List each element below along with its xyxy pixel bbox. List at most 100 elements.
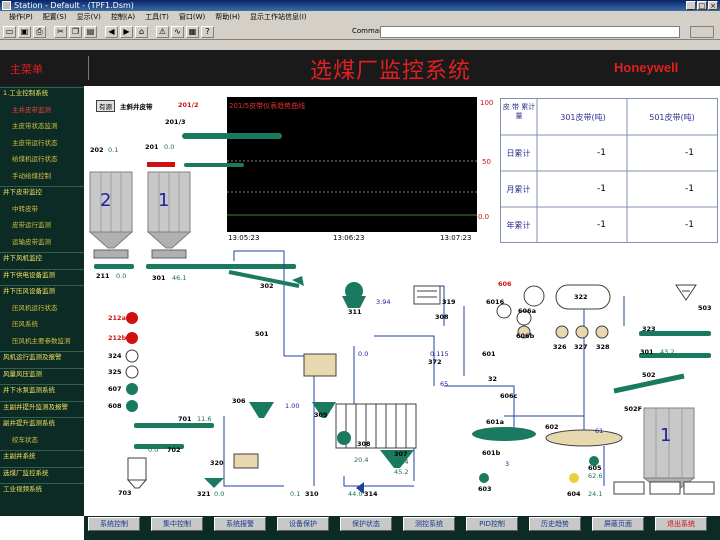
print-icon[interactable]: ⎙	[33, 25, 46, 38]
pump-326[interactable]	[555, 325, 569, 339]
thickener-320[interactable]	[233, 453, 259, 469]
bottom-button-7[interactable]: 历史趋势	[529, 517, 581, 531]
menu-item-7[interactable]: 显示工作站信息(I)	[245, 11, 312, 24]
nav-item-7[interactable]: 中转皮带	[0, 204, 84, 215]
nav-item-11[interactable]: 井下供电设备监测	[0, 270, 84, 281]
bottom-button-2[interactable]: 系统报警	[214, 517, 266, 531]
open-icon[interactable]: ▭	[3, 25, 16, 38]
bottom-button-1[interactable]: 集中控制	[151, 517, 203, 531]
forward-icon[interactable]: ▶	[120, 25, 133, 38]
tank-606[interactable]	[523, 285, 545, 307]
home-icon[interactable]: ⌂	[135, 25, 148, 38]
pump-327[interactable]	[575, 325, 589, 339]
pump-212a[interactable]	[126, 312, 138, 324]
nav-item-22[interactable]: 主副井系统	[0, 451, 84, 462]
nav-item-5[interactable]: 手动给煤控制	[0, 171, 84, 182]
belt-211[interactable]	[94, 264, 134, 269]
menu-item-5[interactable]: 窗口(W)	[174, 11, 210, 24]
nav-divider	[0, 384, 84, 385]
pump-325-label: 325	[108, 368, 122, 376]
bottom-button-3[interactable]: 设备保护	[277, 517, 329, 531]
cut-icon[interactable]: ✂	[54, 25, 67, 38]
menu-item-1[interactable]: 配置(S)	[38, 11, 72, 24]
pump-321[interactable]	[204, 478, 224, 488]
pump-324[interactable]	[125, 349, 139, 363]
nav-item-8[interactable]: 皮带运行监测	[0, 220, 84, 231]
nav-item-0[interactable]: 1.工业控制系统	[0, 88, 84, 99]
pump-603[interactable]	[479, 473, 489, 483]
menu-item-4[interactable]: 工具(T)	[140, 11, 174, 24]
alarm-icon[interactable]: ⚠	[156, 25, 169, 38]
feeder-right[interactable]	[151, 249, 187, 259]
bottom-button-6[interactable]: PID控制	[466, 517, 518, 531]
thickener-601a[interactable]	[472, 427, 536, 441]
command-dropdown-button[interactable]	[690, 26, 714, 38]
nav-item-2[interactable]: 主皮带状态监测	[0, 121, 84, 132]
pump-604[interactable]	[569, 473, 579, 483]
belt-701[interactable]	[134, 423, 214, 428]
pump-308[interactable]	[337, 431, 351, 445]
menu-item-0[interactable]: 操作(P)	[4, 11, 38, 24]
nav-item-10[interactable]: 井下风机监控	[0, 253, 84, 264]
back-icon[interactable]: ◀	[105, 25, 118, 38]
tag-308: 308	[435, 313, 449, 321]
bottom-button-5[interactable]: 测控系统	[403, 517, 455, 531]
nav-item-15[interactable]: 压风机主要参数监测	[0, 336, 84, 347]
menu-item-3[interactable]: 控制(A)	[106, 11, 140, 24]
command-input[interactable]	[380, 26, 680, 38]
maximize-button[interactable]: □	[697, 1, 707, 10]
belt-201[interactable]	[184, 163, 244, 167]
help-icon[interactable]: ?	[201, 25, 214, 38]
nav-item-21[interactable]: 绞车状态	[0, 435, 84, 446]
nav-item-17[interactable]: 风量风压监测	[0, 369, 84, 380]
nav-item-12[interactable]: 井下压风设备监测	[0, 286, 84, 297]
silo-703[interactable]	[127, 457, 147, 481]
pump-608[interactable]	[126, 400, 138, 412]
belt-301[interactable]	[146, 264, 296, 269]
nav-item-4[interactable]: 给煤机运行状态	[0, 154, 84, 165]
nav-item-19[interactable]: 主副井提升监测及报警	[0, 402, 84, 413]
copy-icon[interactable]: ❐	[69, 25, 82, 38]
jig-machine[interactable]	[303, 353, 337, 377]
main-menu-button[interactable]: 主菜单	[10, 61, 43, 77]
nav-divider	[0, 268, 84, 270]
report-icon[interactable]: ▦	[186, 25, 199, 38]
nav-item-13[interactable]: 压风机运行状态	[0, 303, 84, 314]
source-tag[interactable]: 有源	[96, 100, 115, 112]
nav-item-24[interactable]: 工业视频系统	[0, 484, 84, 495]
hopper-503[interactable]	[675, 284, 697, 301]
bottom-button-4[interactable]: 保护状态	[340, 517, 392, 531]
minimize-button[interactable]: _	[686, 1, 696, 10]
save-icon[interactable]: ▣	[18, 25, 31, 38]
pump-328[interactable]	[595, 325, 609, 339]
nav-item-16[interactable]: 风机运行监测及报警	[0, 352, 84, 363]
nav-item-23[interactable]: 选煤厂监控系统	[0, 468, 84, 479]
belt-702-value: 0.0	[148, 446, 159, 454]
feeder-left[interactable]	[93, 249, 129, 259]
menu-item-6[interactable]: 帮助(H)	[210, 11, 245, 24]
tag-310-value: 0.1	[290, 490, 301, 498]
close-button[interactable]: ×	[708, 1, 718, 10]
thickener-602[interactable]	[545, 429, 623, 447]
nav-item-14[interactable]: 压风系统	[0, 319, 84, 330]
bottom-button-8[interactable]: 屏蔽页面	[592, 517, 644, 531]
nav-item-1[interactable]: 主井皮带监测	[0, 105, 84, 116]
nav-item-18[interactable]: 井下水泵监测系统	[0, 385, 84, 396]
trend-icon[interactable]: ∿	[171, 25, 184, 38]
nav-item-20[interactable]: 副井提升监测系统	[0, 418, 84, 429]
bottom-button-9[interactable]: 退出系统	[655, 517, 707, 531]
pump-325[interactable]	[125, 365, 139, 379]
nav-item-6[interactable]: 并下皮带监控	[0, 187, 84, 198]
nav-item-3[interactable]: 主皮带运行状态	[0, 138, 84, 149]
menu-item-2[interactable]: 显示(V)	[72, 11, 106, 24]
pump-607[interactable]	[126, 383, 138, 395]
pump-212b[interactable]	[126, 332, 138, 344]
screen-319[interactable]	[413, 285, 441, 305]
window-titlebar[interactable]: Station - Default - (TPF1.Dsm) _ □ ×	[0, 0, 720, 11]
bottom-button-0[interactable]: 系统控制	[88, 517, 140, 531]
nav-item-9[interactable]: 运输皮带监测	[0, 237, 84, 248]
cyclone-306[interactable]	[249, 402, 274, 418]
belt-201-2[interactable]	[182, 133, 282, 139]
thickener-320-code: 320	[210, 459, 224, 467]
paste-icon[interactable]: ▤	[84, 25, 97, 38]
